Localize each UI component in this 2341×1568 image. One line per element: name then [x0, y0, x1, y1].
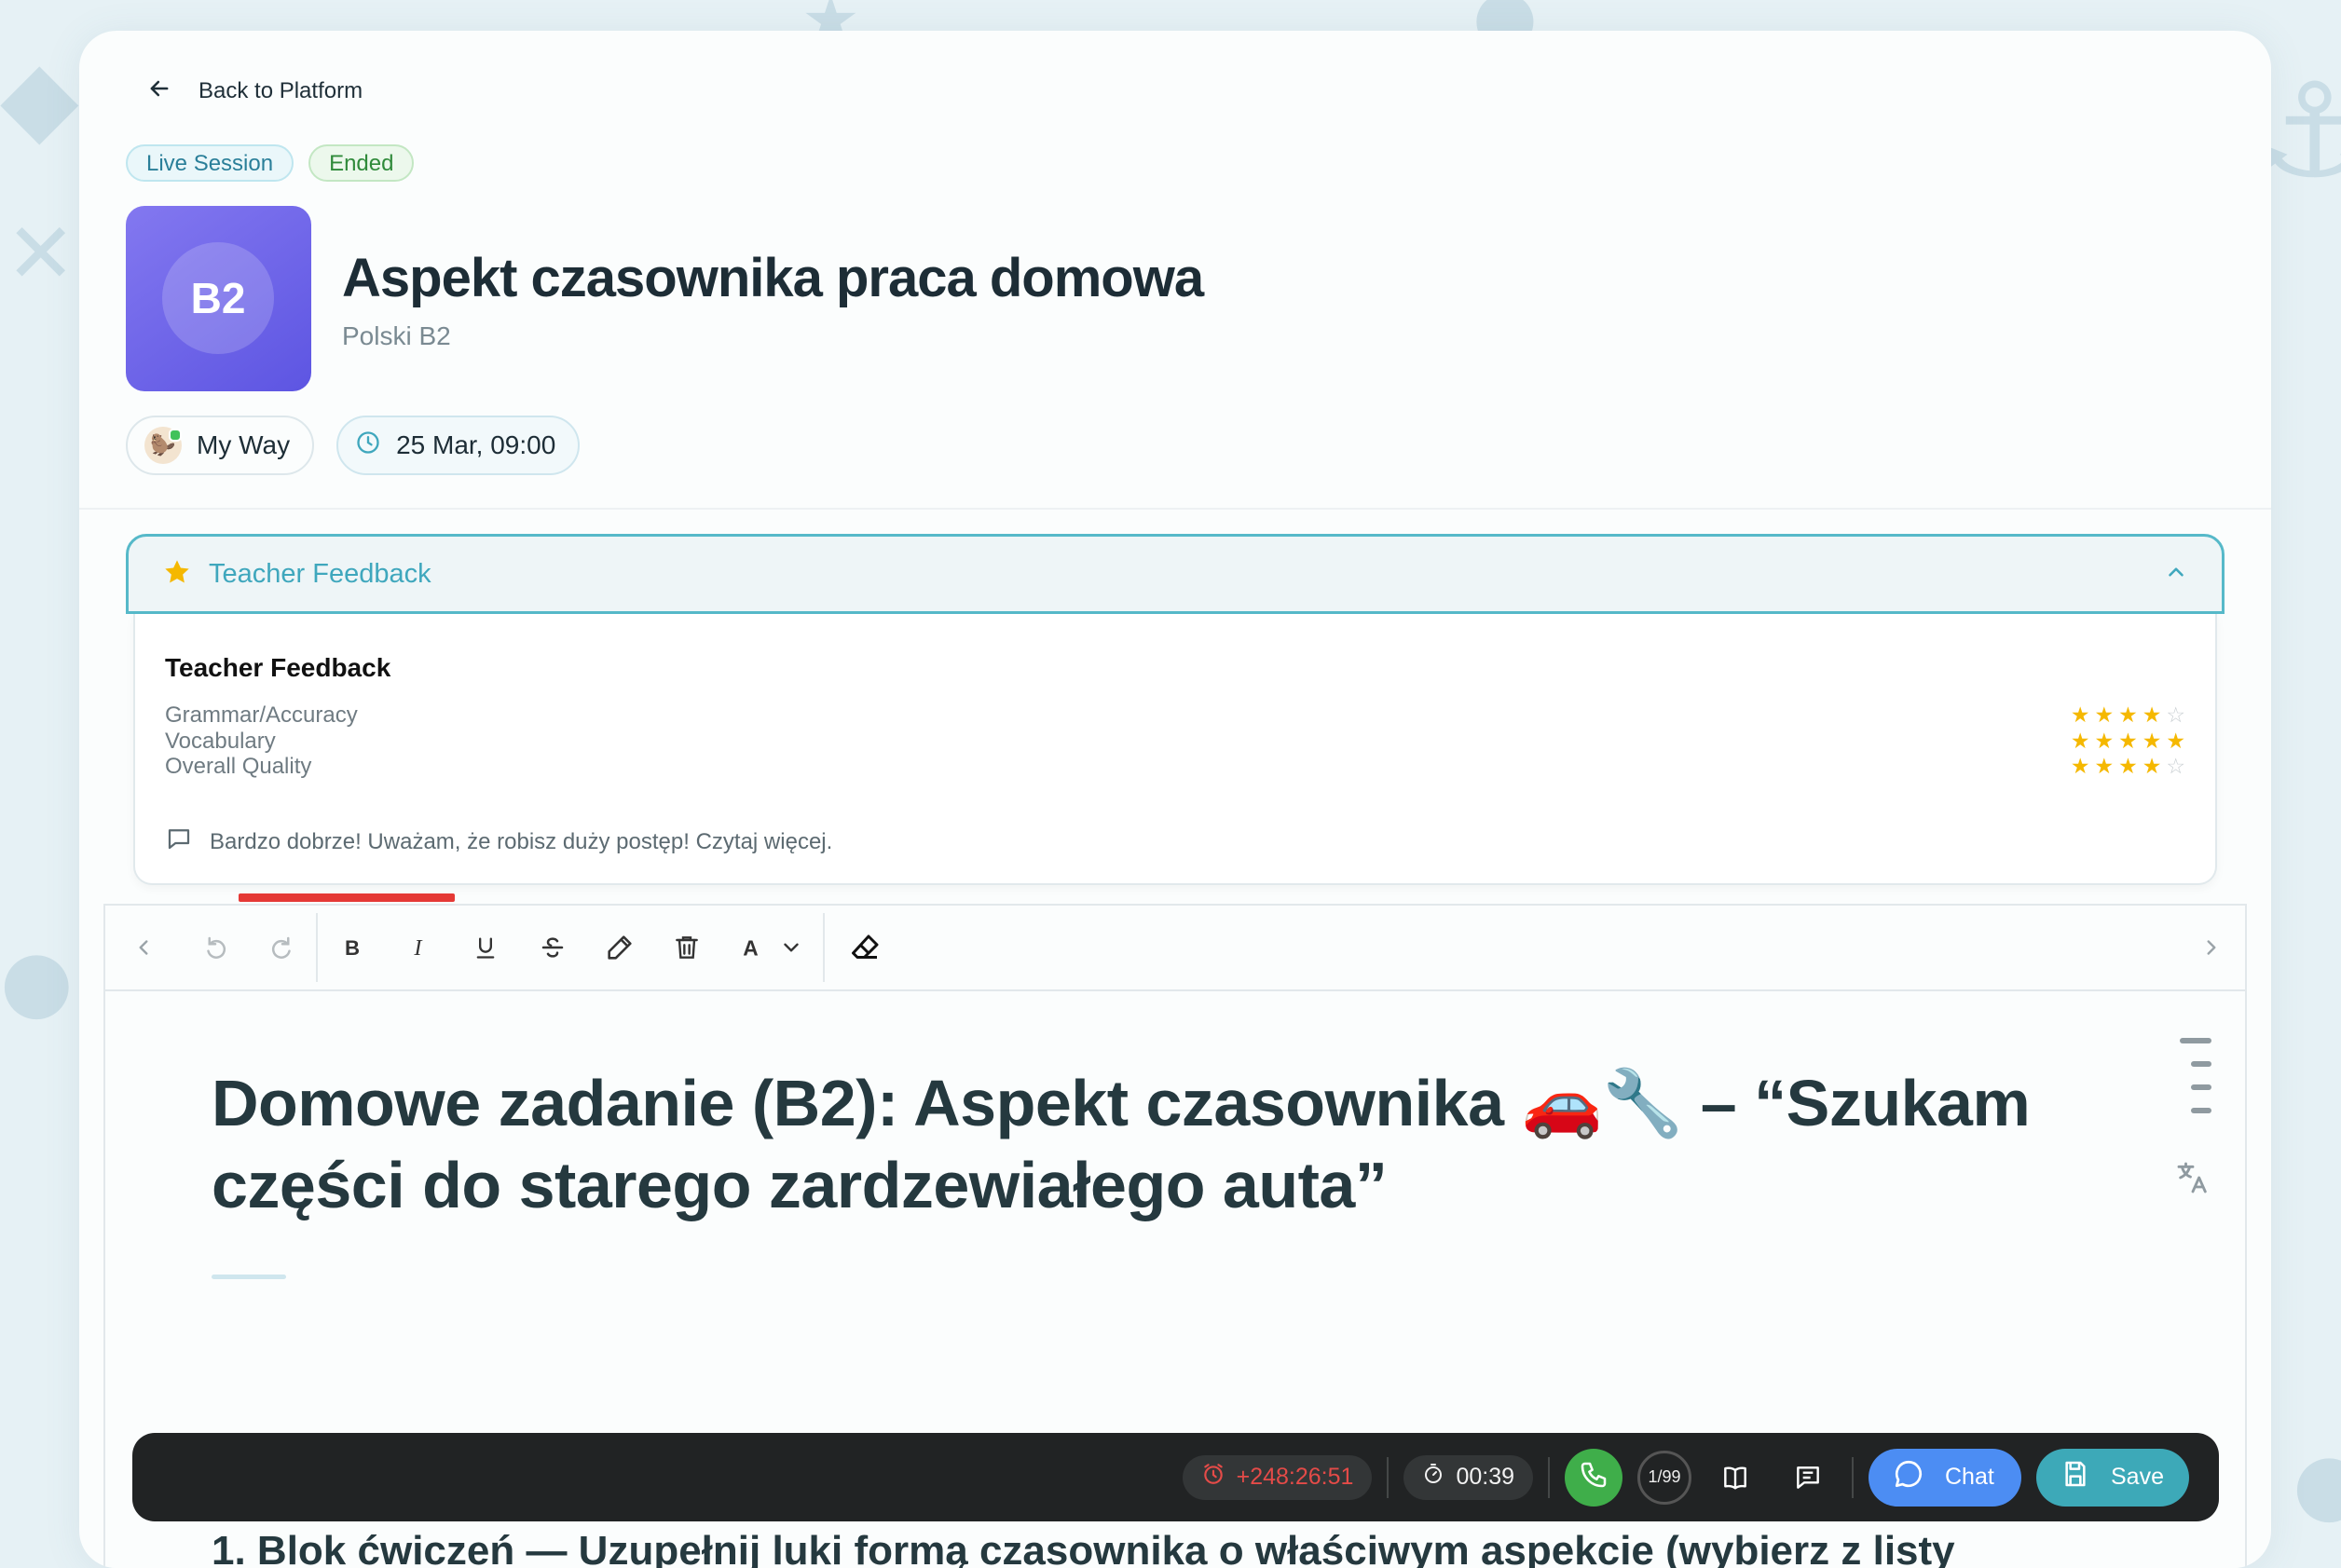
save-icon [2060, 1459, 2090, 1495]
trash-icon[interactable] [653, 906, 720, 989]
star-filled-icon: ★ [2094, 702, 2115, 728]
clock-icon [355, 429, 381, 462]
book-icon[interactable] [1706, 1449, 1764, 1507]
arrow-left-icon [146, 75, 172, 106]
undo-icon[interactable] [182, 906, 249, 989]
translate-icon[interactable] [2174, 1159, 2211, 1201]
overtime-value: +248:26:51 [1236, 1464, 1354, 1490]
eraser-icon[interactable] [825, 906, 907, 989]
rating-row: Grammar/Accuracy ★ ★ ★ ★ ☆ [165, 702, 2185, 729]
online-indicator [169, 429, 182, 442]
chat-label: Chat [1945, 1464, 1994, 1490]
star-empty-icon: ☆ [2166, 702, 2185, 728]
svg-text:I: I [413, 935, 423, 961]
status-badge: Ended [308, 144, 415, 182]
overtime-timer: +248:26:51 [1182, 1454, 1373, 1500]
back-to-platform-link[interactable]: Back to Platform [146, 75, 363, 106]
star-rating: ★ ★ ★ ★ ★ [2070, 729, 2185, 754]
save-button[interactable]: Save [2036, 1448, 2189, 1507]
star-filled-icon: ★ [2094, 729, 2115, 754]
back-label: Back to Platform [199, 77, 363, 103]
star-filled-icon: ★ [2070, 754, 2090, 779]
document-heading: Domowe zadanie (B2): Aspekt czasownika 🚗… [212, 1067, 2031, 1221]
page-title: Aspekt czasownika praca domowa [342, 248, 1204, 308]
font-color-dropdown[interactable]: A [720, 906, 823, 989]
star-filled-icon: ★ [2094, 754, 2115, 779]
session-timer: 00:39 [1403, 1454, 1533, 1500]
feedback-comment: Bardzo dobrze! Uważam, że robisz duży po… [165, 825, 832, 859]
svg-text:B: B [345, 936, 360, 960]
comment-icon [165, 825, 193, 859]
rating-label: Grammar/Accuracy [165, 702, 358, 728]
session-card: Back to Platform Live Session Ended B2 A… [79, 31, 2271, 1568]
phone-call-button[interactable] [1565, 1448, 1622, 1507]
callbar-divider [1852, 1456, 1854, 1498]
redo-icon[interactable] [249, 906, 316, 989]
font-color-icon: A [743, 936, 758, 960]
svg-text:A: A [743, 936, 758, 960]
star-icon [162, 557, 192, 592]
highlighter-icon[interactable] [586, 906, 653, 989]
chevron-right-icon[interactable] [2178, 906, 2245, 989]
alarm-clock-icon [1201, 1462, 1225, 1493]
live-session-badge: Live Session [126, 144, 294, 182]
star-rating: ★ ★ ★ ★ ☆ [2070, 702, 2185, 728]
chat-button[interactable]: Chat [1869, 1448, 2021, 1507]
editor-toolbar: B I A [105, 906, 2245, 991]
avatar: 🦫 [144, 427, 182, 464]
session-datetime: 25 Mar, 09:00 [396, 430, 556, 459]
notes-icon[interactable] [1779, 1449, 1837, 1507]
stopwatch-icon [1422, 1463, 1444, 1492]
phone-icon [1579, 1460, 1609, 1494]
session-badges: Live Session Ended [126, 144, 415, 182]
star-filled-icon: ★ [2142, 754, 2162, 779]
teacher-name: My Way [197, 430, 291, 459]
bold-icon[interactable]: B [318, 906, 385, 989]
heading-underline [212, 1275, 286, 1279]
save-label: Save [2111, 1464, 2164, 1490]
timer-value: 00:39 [1456, 1464, 1514, 1490]
star-filled-icon: ★ [2166, 729, 2185, 754]
feedback-panel: Teacher Feedback Grammar/Accuracy ★ ★ ★ ★ ☆ Vo… [133, 614, 2217, 885]
teacher-feedback-toggle[interactable]: Teacher Feedback [126, 534, 2225, 614]
star-rating: ★ ★ ★ ★ ☆ [2070, 754, 2185, 779]
star-filled-icon: ★ [2142, 729, 2162, 754]
divider [79, 508, 2271, 510]
chevron-left-icon[interactable] [105, 906, 182, 989]
chat-bubble-icon [1893, 1458, 1924, 1496]
rating-label: Vocabulary [165, 729, 276, 754]
star-filled-icon: ★ [2118, 729, 2138, 754]
feedback-panel-title: Teacher Feedback [165, 653, 391, 682]
level-avatar: B2 [126, 206, 311, 391]
page-counter[interactable]: 1/99 [1637, 1450, 1691, 1505]
rating-row: Overall Quality ★ ★ ★ ★ ☆ [165, 753, 2185, 781]
rating-row: Vocabulary ★ ★ ★ ★ ★ [165, 728, 2185, 756]
callbar-divider [1387, 1456, 1390, 1498]
course-name: Polski B2 [342, 321, 451, 350]
chevron-up-icon [2164, 560, 2188, 589]
italic-icon[interactable]: I [385, 906, 452, 989]
star-filled-icon: ★ [2118, 702, 2138, 728]
comment-text: Bardzo dobrze! Uważam, że robisz duży po… [210, 828, 833, 854]
call-control-bar: +248:26:51 00:39 1/99 Chat Save [132, 1433, 2219, 1521]
star-empty-icon: ☆ [2166, 754, 2185, 779]
progress-indicator [239, 893, 455, 902]
strikethrough-icon[interactable] [519, 906, 586, 989]
teacher-chip[interactable]: 🦫 My Way [126, 416, 315, 475]
underline-icon[interactable] [452, 906, 519, 989]
callbar-divider [1548, 1456, 1550, 1498]
star-filled-icon: ★ [2070, 729, 2090, 754]
level-badge: B2 [162, 242, 274, 354]
star-filled-icon: ★ [2070, 702, 2090, 728]
rating-label: Overall Quality [165, 754, 312, 779]
datetime-chip: 25 Mar, 09:00 [336, 416, 581, 475]
star-filled-icon: ★ [2142, 702, 2162, 728]
document-outline[interactable] [2180, 1038, 2211, 1113]
feedback-section-label: Teacher Feedback [209, 558, 431, 589]
chevron-down-icon [784, 943, 799, 952]
session-meta: 🦫 My Way 25 Mar, 09:00 [126, 416, 581, 475]
star-filled-icon: ★ [2118, 754, 2138, 779]
